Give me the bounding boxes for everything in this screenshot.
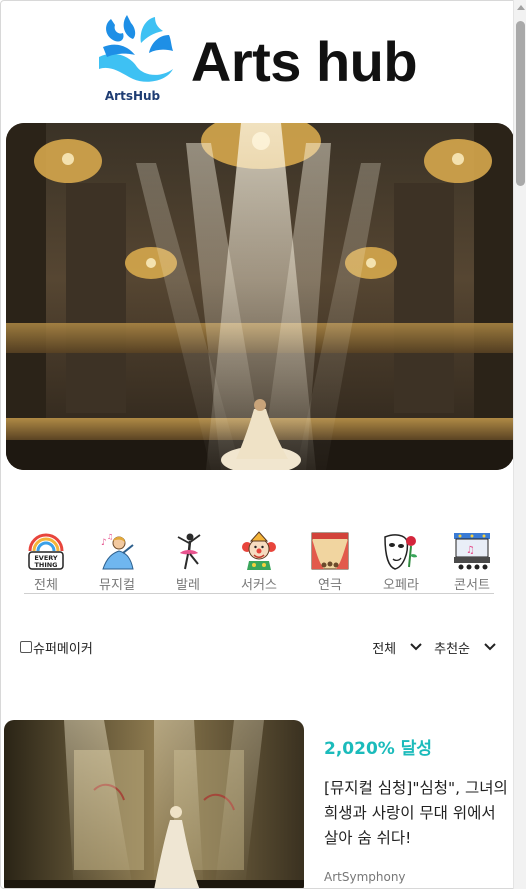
category-circus[interactable]: 서커스 bbox=[237, 531, 281, 593]
project-card[interactable]: 2,020% 달성 [뮤지컬 심청]"심청", 그녀의 희생과 사랑이 무대 위… bbox=[4, 720, 514, 888]
category-concert[interactable]: ♫ 콘서트 bbox=[450, 531, 494, 593]
type-select[interactable]: 전체 bbox=[372, 638, 422, 657]
svg-text:♫: ♫ bbox=[466, 545, 475, 556]
scroll-up-arrow-icon[interactable] bbox=[517, 5, 525, 10]
everything-rainbow-icon: EVERY THING bbox=[28, 533, 64, 570]
supermaker-label: 슈퍼메이커 bbox=[33, 641, 93, 657]
project-thumbnail[interactable] bbox=[4, 720, 304, 888]
vertical-scrollbar[interactable] bbox=[513, 0, 526, 889]
sort-select[interactable]: 추천순 bbox=[434, 638, 496, 657]
category-theater[interactable]: 연극 bbox=[308, 531, 352, 593]
scroll-thumb[interactable] bbox=[516, 21, 525, 186]
achievement-rate: 2,020% 달성 bbox=[324, 739, 433, 759]
type-select-value: 전체 bbox=[372, 641, 397, 657]
logo-caption: ArtsHub bbox=[104, 89, 161, 103]
category-nav: EVERY THING 전체 ♪ ♫ 뮤지컬 발레 서커스 연극 오페라 ♫ 콘… bbox=[24, 531, 494, 594]
category-ballet[interactable]: 발레 bbox=[166, 531, 210, 593]
project-owner[interactable]: ArtSymphony bbox=[324, 870, 406, 884]
sort-select-value: 추천순 bbox=[434, 641, 470, 657]
project-description[interactable]: [뮤지컬 심청]"심청", 그녀의 희생과 사랑이 무대 위에서 살아 숨 쉬다… bbox=[324, 776, 514, 851]
ballerina-icon bbox=[177, 533, 201, 570]
category-label: 발레 bbox=[176, 578, 200, 593]
category-musical[interactable]: ♪ ♫ 뮤지컬 bbox=[95, 531, 139, 593]
site-title: Arts hub bbox=[190, 29, 418, 93]
svg-text:♪: ♪ bbox=[101, 538, 107, 548]
opera-mask-rose-icon bbox=[384, 534, 417, 570]
concert-stage-icon: ♫ bbox=[454, 533, 490, 570]
chevron-down-icon bbox=[410, 643, 422, 651]
hero-image bbox=[6, 123, 514, 470]
musical-singer-icon: ♪ ♫ bbox=[101, 533, 134, 570]
supermaker-checkbox[interactable]: 슈퍼메이커 bbox=[20, 638, 93, 657]
category-label: 콘서트 bbox=[454, 578, 490, 593]
category-label: 뮤지컬 bbox=[99, 578, 135, 593]
category-label: 오페라 bbox=[383, 578, 419, 593]
arts-hub-logo[interactable]: ArtsHub bbox=[97, 13, 175, 105]
splash-logo-icon bbox=[98, 15, 173, 82]
theater-curtain-icon bbox=[311, 532, 349, 570]
site-header: ArtsHub Arts hub bbox=[1, 9, 513, 109]
category-label: 연극 bbox=[318, 578, 342, 593]
filter-bar: 슈퍼메이커 전체 추천순 bbox=[20, 637, 496, 657]
hero-banner[interactable] bbox=[6, 123, 514, 470]
performer-image bbox=[4, 720, 304, 888]
chevron-down-icon bbox=[484, 643, 496, 651]
category-opera[interactable]: 오페라 bbox=[379, 531, 423, 593]
svg-text:♫: ♫ bbox=[107, 533, 113, 541]
page-frame: ArtsHub Arts hub EVERY THING 전체 ♪ ♫ 뮤지컬 … bbox=[0, 0, 526, 889]
category-all[interactable]: EVERY THING 전체 bbox=[24, 531, 68, 593]
clown-icon bbox=[242, 531, 276, 570]
category-label: 전체 bbox=[34, 578, 58, 593]
checkbox-box[interactable] bbox=[20, 641, 32, 653]
category-label: 서커스 bbox=[241, 578, 277, 593]
svg-text:THING: THING bbox=[34, 561, 57, 569]
